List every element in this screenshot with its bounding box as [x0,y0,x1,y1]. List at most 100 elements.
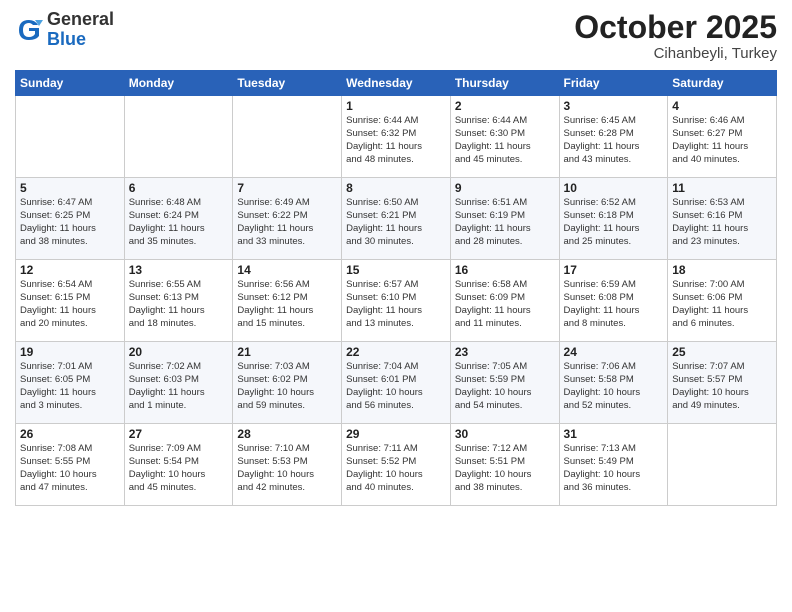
header-wednesday: Wednesday [342,71,451,96]
day-number: 12 [20,263,120,277]
day-number: 16 [455,263,555,277]
calendar-cell-w1-d4: 1 Sunrise: 6:44 AM Sunset: 6:32 PM Daylig… [342,96,451,178]
header-tuesday: Tuesday [233,71,342,96]
day-number: 28 [237,427,337,441]
header: General Blue October 2025 Cihanbeyli, Tu… [15,10,777,62]
day-number: 4 [672,99,772,113]
page: General Blue October 2025 Cihanbeyli, Tu… [0,0,792,612]
day-info: Sunrise: 6:50 AM Sunset: 6:21 PM Dayligh… [346,197,446,248]
day-number: 5 [20,181,120,195]
calendar-cell-w4-d2: 20 Sunrise: 7:02 AM Sunset: 6:03 PM Dayli… [124,342,233,424]
calendar-cell-w5-d4: 29Sunrise: 7:11 AM Sunset: 5:52 PM Dayli… [342,424,451,506]
calendar-table: Sunday Monday Tuesday Wednesday Thursday… [15,70,777,506]
day-number: 31 [564,427,664,441]
day-info: Sunrise: 7:07 AM Sunset: 5:57 PM Dayligh… [672,361,772,412]
title-block: October 2025 Cihanbeyli, Turkey [574,10,777,62]
day-number: 19 [20,345,120,359]
day-number: 21 [237,345,337,359]
day-info: Sunrise: 7:09 AM Sunset: 5:54 PM Dayligh… [129,443,229,494]
calendar-cell-w2-d2: 6 Sunrise: 6:48 AM Sunset: 6:24 PM Daylig… [124,178,233,260]
calendar-cell-w4-d5: 23Sunrise: 7:05 AM Sunset: 5:59 PM Dayli… [450,342,559,424]
calendar-cell-w5-d1: 26 Sunrise: 7:08 AM Sunset: 5:55 PM Dayli… [16,424,125,506]
day-info: Sunrise: 6:48 AM Sunset: 6:24 PM Dayligh… [129,197,229,248]
logo: General Blue [15,10,114,50]
day-number: 29 [346,427,446,441]
calendar-cell-w3-d2: 13Sunrise: 6:55 AM Sunset: 6:13 PM Dayli… [124,260,233,342]
day-info: Sunrise: 7:05 AM Sunset: 5:59 PM Dayligh… [455,361,555,412]
logo-blue-text: Blue [47,30,114,50]
day-number: 24 [564,345,664,359]
day-info: Sunrise: 7:08 AM Sunset: 5:55 PM Dayligh… [20,443,120,494]
header-friday: Friday [559,71,668,96]
header-monday: Monday [124,71,233,96]
day-number: 15 [346,263,446,277]
logo-general-text: General [47,10,114,30]
day-info: Sunrise: 7:04 AM Sunset: 6:01 PM Dayligh… [346,361,446,412]
day-number: 14 [237,263,337,277]
day-number: 1 [346,99,446,113]
calendar-cell-w4-d1: 19 Sunrise: 7:01 AM Sunset: 6:05 PM Dayli… [16,342,125,424]
calendar-cell-w3-d1: 12 Sunrise: 6:54 AM Sunset: 6:15 PM Dayli… [16,260,125,342]
day-info: Sunrise: 7:02 AM Sunset: 6:03 PM Dayligh… [129,361,229,412]
day-info: Sunrise: 7:00 AM Sunset: 6:06 PM Dayligh… [672,279,772,330]
header-saturday: Saturday [668,71,777,96]
day-number: 9 [455,181,555,195]
calendar-cell-w5-d6: 31 Sunrise: 7:13 AM Sunset: 5:49 PM Dayli… [559,424,668,506]
calendar-cell-w4-d3: 21 Sunrise: 7:03 AM Sunset: 6:02 PM Dayli… [233,342,342,424]
month-title: October 2025 [574,10,777,45]
calendar-cell-w3-d4: 15 Sunrise: 6:57 AM Sunset: 6:10 PM Dayli… [342,260,451,342]
week-row-2: 5 Sunrise: 6:47 AM Sunset: 6:25 PM Daylig… [16,178,777,260]
day-info: Sunrise: 6:44 AM Sunset: 6:30 PM Dayligh… [455,115,555,166]
day-info: Sunrise: 6:53 AM Sunset: 6:16 PM Dayligh… [672,197,772,248]
day-number: 7 [237,181,337,195]
calendar-cell-w1-d5: 2 Sunrise: 6:44 AM Sunset: 6:30 PM Daylig… [450,96,559,178]
calendar-cell-w3-d6: 17 Sunrise: 6:59 AM Sunset: 6:08 PM Dayli… [559,260,668,342]
day-number: 10 [564,181,664,195]
day-info: Sunrise: 7:01 AM Sunset: 6:05 PM Dayligh… [20,361,120,412]
logo-icon [15,16,43,44]
day-info: Sunrise: 6:51 AM Sunset: 6:19 PM Dayligh… [455,197,555,248]
logo-text: General Blue [47,10,114,50]
day-number: 3 [564,99,664,113]
day-info: Sunrise: 7:13 AM Sunset: 5:49 PM Dayligh… [564,443,664,494]
day-info: Sunrise: 7:10 AM Sunset: 5:53 PM Dayligh… [237,443,337,494]
calendar-cell-w1-d1 [16,96,125,178]
calendar-cell-w2-d6: 10 Sunrise: 6:52 AM Sunset: 6:18 PM Dayli… [559,178,668,260]
day-info: Sunrise: 7:03 AM Sunset: 6:02 PM Dayligh… [237,361,337,412]
day-number: 2 [455,99,555,113]
week-row-3: 12 Sunrise: 6:54 AM Sunset: 6:15 PM Dayli… [16,260,777,342]
calendar-cell-w4-d7: 25 Sunrise: 7:07 AM Sunset: 5:57 PM Dayli… [668,342,777,424]
day-info: Sunrise: 6:56 AM Sunset: 6:12 PM Dayligh… [237,279,337,330]
calendar-cell-w2-d3: 7 Sunrise: 6:49 AM Sunset: 6:22 PM Daylig… [233,178,342,260]
week-row-1: 1 Sunrise: 6:44 AM Sunset: 6:32 PM Daylig… [16,96,777,178]
day-number: 20 [129,345,229,359]
day-info: Sunrise: 6:57 AM Sunset: 6:10 PM Dayligh… [346,279,446,330]
week-row-4: 19 Sunrise: 7:01 AM Sunset: 6:05 PM Dayli… [16,342,777,424]
calendar-header-row: Sunday Monday Tuesday Wednesday Thursday… [16,71,777,96]
day-number: 6 [129,181,229,195]
calendar-cell-w5-d2: 27Sunrise: 7:09 AM Sunset: 5:54 PM Dayli… [124,424,233,506]
day-number: 13 [129,263,229,277]
calendar-cell-w1-d7: 4Sunrise: 6:46 AM Sunset: 6:27 PM Daylig… [668,96,777,178]
day-info: Sunrise: 6:54 AM Sunset: 6:15 PM Dayligh… [20,279,120,330]
calendar-cell-w2-d7: 11 Sunrise: 6:53 AM Sunset: 6:16 PM Dayli… [668,178,777,260]
header-sunday: Sunday [16,71,125,96]
calendar-cell-w5-d3: 28 Sunrise: 7:10 AM Sunset: 5:53 PM Dayli… [233,424,342,506]
day-info: Sunrise: 6:44 AM Sunset: 6:32 PM Dayligh… [346,115,446,166]
day-info: Sunrise: 6:52 AM Sunset: 6:18 PM Dayligh… [564,197,664,248]
day-number: 18 [672,263,772,277]
header-thursday: Thursday [450,71,559,96]
day-number: 25 [672,345,772,359]
day-number: 11 [672,181,772,195]
day-number: 26 [20,427,120,441]
day-info: Sunrise: 6:59 AM Sunset: 6:08 PM Dayligh… [564,279,664,330]
day-info: Sunrise: 7:12 AM Sunset: 5:51 PM Dayligh… [455,443,555,494]
day-number: 17 [564,263,664,277]
day-info: Sunrise: 6:47 AM Sunset: 6:25 PM Dayligh… [20,197,120,248]
calendar-cell-w4-d6: 24Sunrise: 7:06 AM Sunset: 5:58 PM Dayli… [559,342,668,424]
day-info: Sunrise: 6:49 AM Sunset: 6:22 PM Dayligh… [237,197,337,248]
location-subtitle: Cihanbeyli, Turkey [574,45,777,62]
day-number: 8 [346,181,446,195]
calendar-cell-w5-d7 [668,424,777,506]
calendar-cell-w2-d5: 9 Sunrise: 6:51 AM Sunset: 6:19 PM Daylig… [450,178,559,260]
